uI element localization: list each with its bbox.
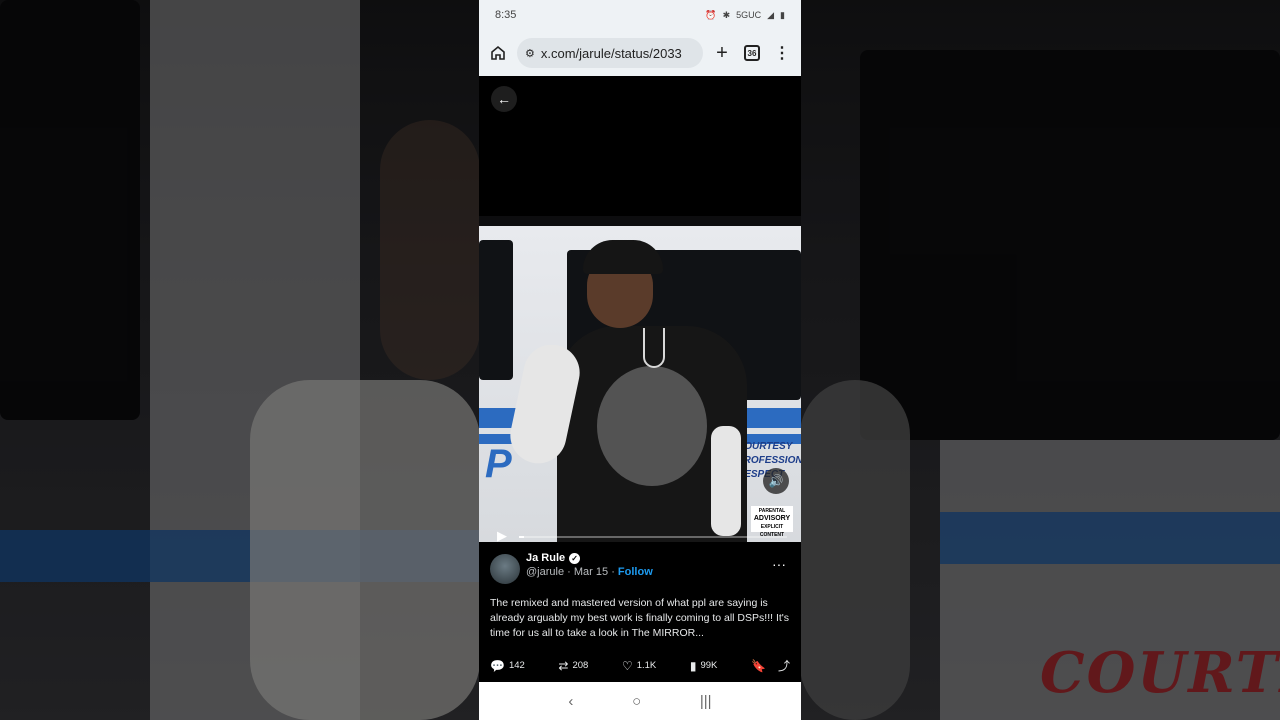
tab-count: 36 [744, 45, 760, 61]
status-time: 8:35 [495, 9, 517, 21]
handle[interactable]: @jarule [526, 566, 564, 578]
more-options-icon[interactable]: ··· [772, 556, 786, 572]
bookmark-icon[interactable]: 🔖 [751, 659, 766, 673]
screen: COURTESY 8:35 ⏰ ✱ 5GUC ◢ ▮ ⚙ x.com/jarul… [0, 0, 1280, 720]
tweet-actions: 💬 142 ⇄ 208 ♡ 1.1K ▮ 99K 🔖 ⤴ [490, 657, 790, 674]
shirt-graphic [597, 366, 707, 486]
display-name[interactable]: Ja Rule [526, 552, 565, 564]
backdrop-right: COURTESY [800, 0, 1280, 720]
phone-screen: 8:35 ⏰ ✱ 5GUC ◢ ▮ ⚙ x.com/jarule/status/… [479, 0, 801, 720]
tweet-date[interactable]: Mar 15 [574, 566, 608, 578]
bluetooth-icon: ✱ [722, 9, 731, 20]
nav-recents-icon[interactable]: ||| [700, 693, 712, 710]
back-arrow-icon[interactable]: ← [491, 86, 517, 112]
address-bar[interactable]: ⚙ x.com/jarule/status/2033 [517, 38, 703, 68]
repost-count: 208 [572, 660, 589, 671]
avatar[interactable] [490, 554, 520, 584]
nav-home-icon[interactable]: ○ [632, 693, 641, 710]
person-cap [583, 240, 663, 274]
follow-button[interactable]: Follow [618, 566, 653, 578]
tab-switcher-button[interactable]: 36 [741, 42, 763, 64]
parental-advisory-label: PARENTAL ADVISORY EXPLICIT CONTENT [751, 506, 793, 538]
reply-icon: 💬 [490, 658, 505, 673]
home-icon[interactable] [487, 42, 509, 64]
tweet-panel: Ja Rule ✓ @jarule · Mar 15 · Follow ··· … [479, 542, 801, 682]
repost-icon: ⇄ [558, 658, 569, 673]
video-progress-bar[interactable] [519, 536, 787, 538]
android-nav-bar: ‹ ○ ||| [479, 682, 801, 720]
status-bar: 8:35 ⏰ ✱ 5GUC ◢ ▮ [479, 0, 801, 30]
browser-toolbar: ⚙ x.com/jarule/status/2033 + 36 ⋮ [479, 30, 801, 76]
alarm-icon: ⏰ [705, 9, 717, 20]
url-text: x.com/jarule/status/2033 [540, 45, 682, 61]
heart-icon: ♡ [621, 658, 633, 673]
media-viewer: ← P COURTESY PROFESSIONALISM RESPECT [479, 76, 801, 544]
overflow-menu-icon[interactable]: ⋮ [771, 42, 793, 64]
backdrop-left [0, 0, 480, 720]
battery-icon: ▮ [780, 9, 785, 20]
tweet-text: The remixed and mastered version of what… [490, 597, 790, 639]
like-button[interactable]: ♡ 1.1K [622, 659, 656, 673]
repost-button[interactable]: ⇄ 208 [558, 659, 588, 673]
network-label: 5GUC [736, 10, 762, 20]
play-icon[interactable]: ▶ [497, 528, 507, 544]
nav-back-icon[interactable]: ‹ [568, 693, 573, 710]
views-chart-icon: ▮ [689, 658, 697, 673]
share-icon[interactable]: ⤴ [778, 657, 790, 674]
person-chain [643, 328, 665, 368]
like-count: 1.1K [636, 660, 657, 671]
new-tab-icon[interactable]: + [711, 42, 733, 64]
van-lettering: P [485, 442, 512, 486]
volume-icon[interactable]: 🔊 [763, 468, 789, 494]
video-progress-fill [519, 536, 525, 538]
reply-count: 142 [508, 660, 525, 671]
verified-badge-icon: ✓ [569, 552, 581, 564]
signal-icon: ◢ [767, 9, 775, 20]
views-button[interactable]: ▮ 99K [690, 659, 718, 673]
site-settings-icon[interactable]: ⚙ [525, 47, 535, 60]
reply-button[interactable]: 💬 142 [490, 659, 525, 673]
view-count: 99K [700, 660, 718, 671]
video-frame[interactable]: P COURTESY PROFESSIONALISM RESPECT PAREN… [479, 216, 801, 542]
